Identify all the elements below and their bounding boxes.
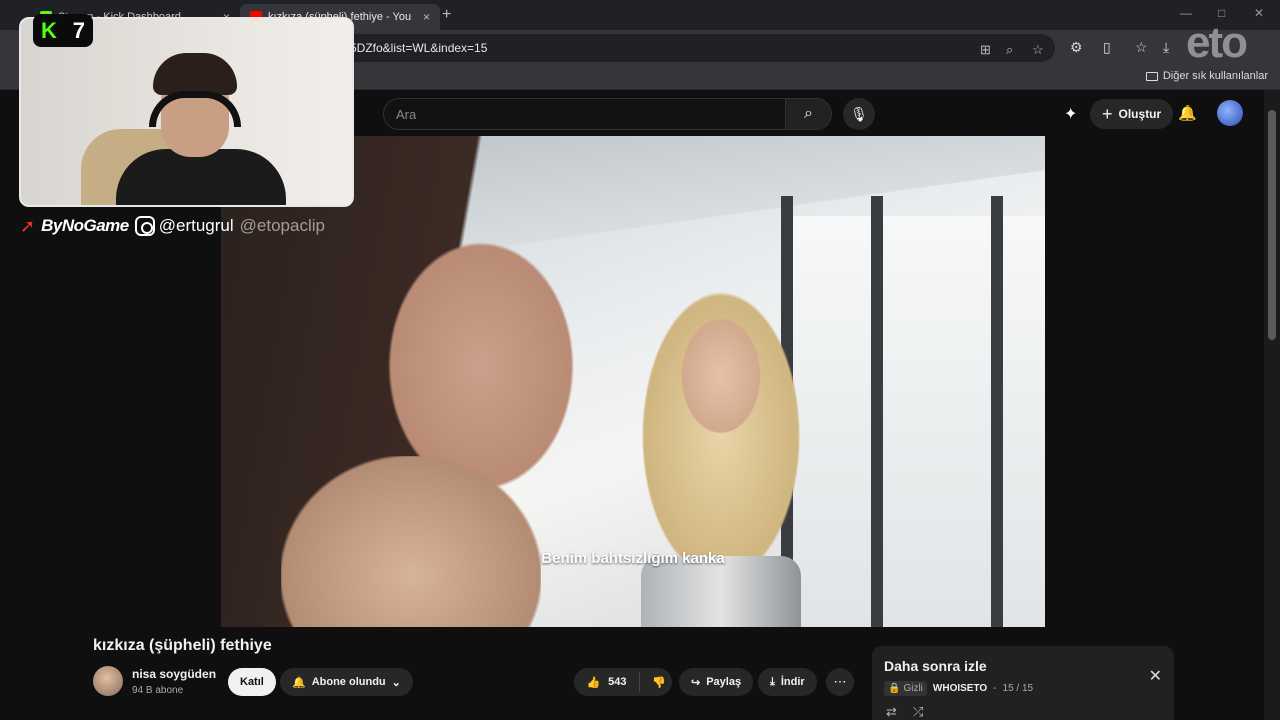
- playlist-title[interactable]: Daha sonra izle: [884, 658, 1162, 674]
- address-bar[interactable]: 5DZfo&list=WL&index=15 ⊞ ⌕ ☆: [330, 34, 1055, 62]
- close-icon[interactable]: ✕: [1149, 666, 1162, 686]
- dislike-button[interactable]: 👎: [646, 676, 672, 689]
- thumbs-up-icon: 👍: [586, 676, 601, 689]
- loop-icon[interactable]: ⇄: [886, 704, 897, 720]
- new-tab-button[interactable]: +: [442, 6, 451, 24]
- extensions-icon[interactable]: ⚙: [1070, 39, 1083, 56]
- playlist-meta: 🔒 Gizli WHOISETO - 15 / 15: [884, 681, 1162, 696]
- webcam-streamer-hair: [153, 53, 237, 95]
- subscribed-button[interactable]: 🔔 Abone olundu ⌄: [280, 668, 413, 696]
- like-dislike-group: 👍 543 👎: [574, 668, 672, 696]
- instagram-handle: @ertugrul: [134, 216, 234, 236]
- video-player[interactable]: Benim bahtsızlığım kanka: [221, 136, 1045, 627]
- zoom-icon[interactable]: ⌕: [1006, 42, 1013, 58]
- video-subtitle: Benim bahtsızlığım kanka: [541, 550, 725, 567]
- favorite-star-icon[interactable]: ☆: [1032, 42, 1044, 58]
- channel-avatar[interactable]: [93, 666, 123, 696]
- other-favorites-folder[interactable]: Diğer sık kullanılanlar: [1145, 70, 1268, 82]
- create-label: Oluştur: [1118, 107, 1162, 121]
- join-label: Katıl: [240, 676, 264, 688]
- url-text: 5DZfo&list=WL&index=15: [350, 41, 488, 55]
- kick-badge: K 7: [33, 14, 93, 47]
- video-scene-shoulder: [281, 456, 541, 627]
- favorites-icon[interactable]: ☆: [1135, 39, 1148, 56]
- scrollbar-thumb[interactable]: [1268, 110, 1276, 340]
- download-button[interactable]: ⤓ İndir: [758, 668, 817, 696]
- search-placeholder: Ara: [396, 106, 417, 122]
- secondary-handle: @etopaclip: [239, 216, 325, 235]
- share-label: Paylaş: [706, 676, 742, 688]
- create-button[interactable]: + Oluştur: [1090, 99, 1174, 129]
- webcam-streamer-body: [116, 149, 286, 205]
- share-icon: ↪: [691, 676, 701, 689]
- shuffle-icon[interactable]: ⤮: [913, 704, 923, 720]
- lock-icon: 🔒: [888, 683, 901, 694]
- screen: Stream - Kick Dashboard × kızkıza (şüphe…: [0, 0, 1280, 720]
- page-scrollbar[interactable]: [1264, 90, 1280, 720]
- separator: -: [993, 683, 997, 694]
- bynogame-logo-icon: ➚: [20, 215, 36, 236]
- subscribed-label: Abone olundu: [311, 676, 386, 688]
- voice-search-button[interactable]: 🎙: [843, 98, 875, 130]
- close-window-icon[interactable]: ✕: [1254, 6, 1264, 20]
- premium-sparkle-icon[interactable]: ✦: [1064, 104, 1077, 124]
- download-icon: ⤓: [770, 675, 775, 688]
- apps-icon[interactable]: ⊞: [980, 42, 991, 58]
- bookmarks-folder-label: Diğer sık kullanılanlar: [1162, 70, 1268, 82]
- folder-icon: [1145, 71, 1158, 81]
- microphone-icon: 🎙: [850, 105, 868, 122]
- playlist-panel: Daha sonra izle 🔒 Gizli WHOISETO - 15 / …: [872, 646, 1174, 720]
- split-screen-icon[interactable]: ▯: [1103, 39, 1111, 56]
- kick-logo-icon: K: [40, 17, 57, 43]
- plus-icon: +: [1102, 103, 1113, 124]
- playlist-position: 15 / 15: [1002, 683, 1034, 694]
- instagram-icon: [134, 216, 155, 236]
- thumbs-down-icon: 👎: [652, 676, 666, 689]
- social-handles-overlay: ➚ ByNoGame @ertugrul @etopaclip: [20, 214, 325, 238]
- more-actions-button[interactable]: ⋯: [826, 668, 854, 696]
- download-label: İndir: [780, 676, 805, 688]
- subscriber-count: 94 B abone: [132, 685, 184, 696]
- like-count: 543: [608, 676, 627, 688]
- like-button[interactable]: 👍 543: [574, 672, 640, 692]
- search-button[interactable]: ⌕: [786, 98, 832, 130]
- search-input[interactable]: Ara: [383, 98, 786, 130]
- download-icon[interactable]: ⤓: [1163, 39, 1169, 56]
- instagram-handle-text: @ertugrul: [158, 216, 234, 235]
- playlist-owner[interactable]: WHOISETO: [933, 683, 987, 694]
- private-badge: 🔒 Gizli: [884, 681, 927, 696]
- join-button[interactable]: Katıl: [228, 668, 276, 696]
- video-title: kızkıza (şüpheli) fethiye: [93, 637, 272, 654]
- channel-name[interactable]: nisa soygüden: [132, 667, 216, 681]
- bell-icon: 🔔: [292, 676, 306, 689]
- chevron-down-icon: ⌄: [391, 676, 401, 689]
- close-tab-icon[interactable]: ×: [423, 10, 430, 24]
- playlist-controls: ⇄ ⤮: [886, 704, 923, 720]
- share-button[interactable]: ↪ Paylaş: [679, 668, 754, 696]
- privacy-label: Gizli: [903, 683, 923, 694]
- account-avatar[interactable]: [1217, 100, 1243, 126]
- brand-name: ByNoGame: [41, 216, 129, 235]
- kick-badge-number: 7: [72, 17, 86, 43]
- notifications-bell-icon[interactable]: 🔔: [1178, 104, 1197, 122]
- eto-watermark: eto: [1186, 18, 1248, 67]
- search-icon: ⌕: [804, 105, 813, 122]
